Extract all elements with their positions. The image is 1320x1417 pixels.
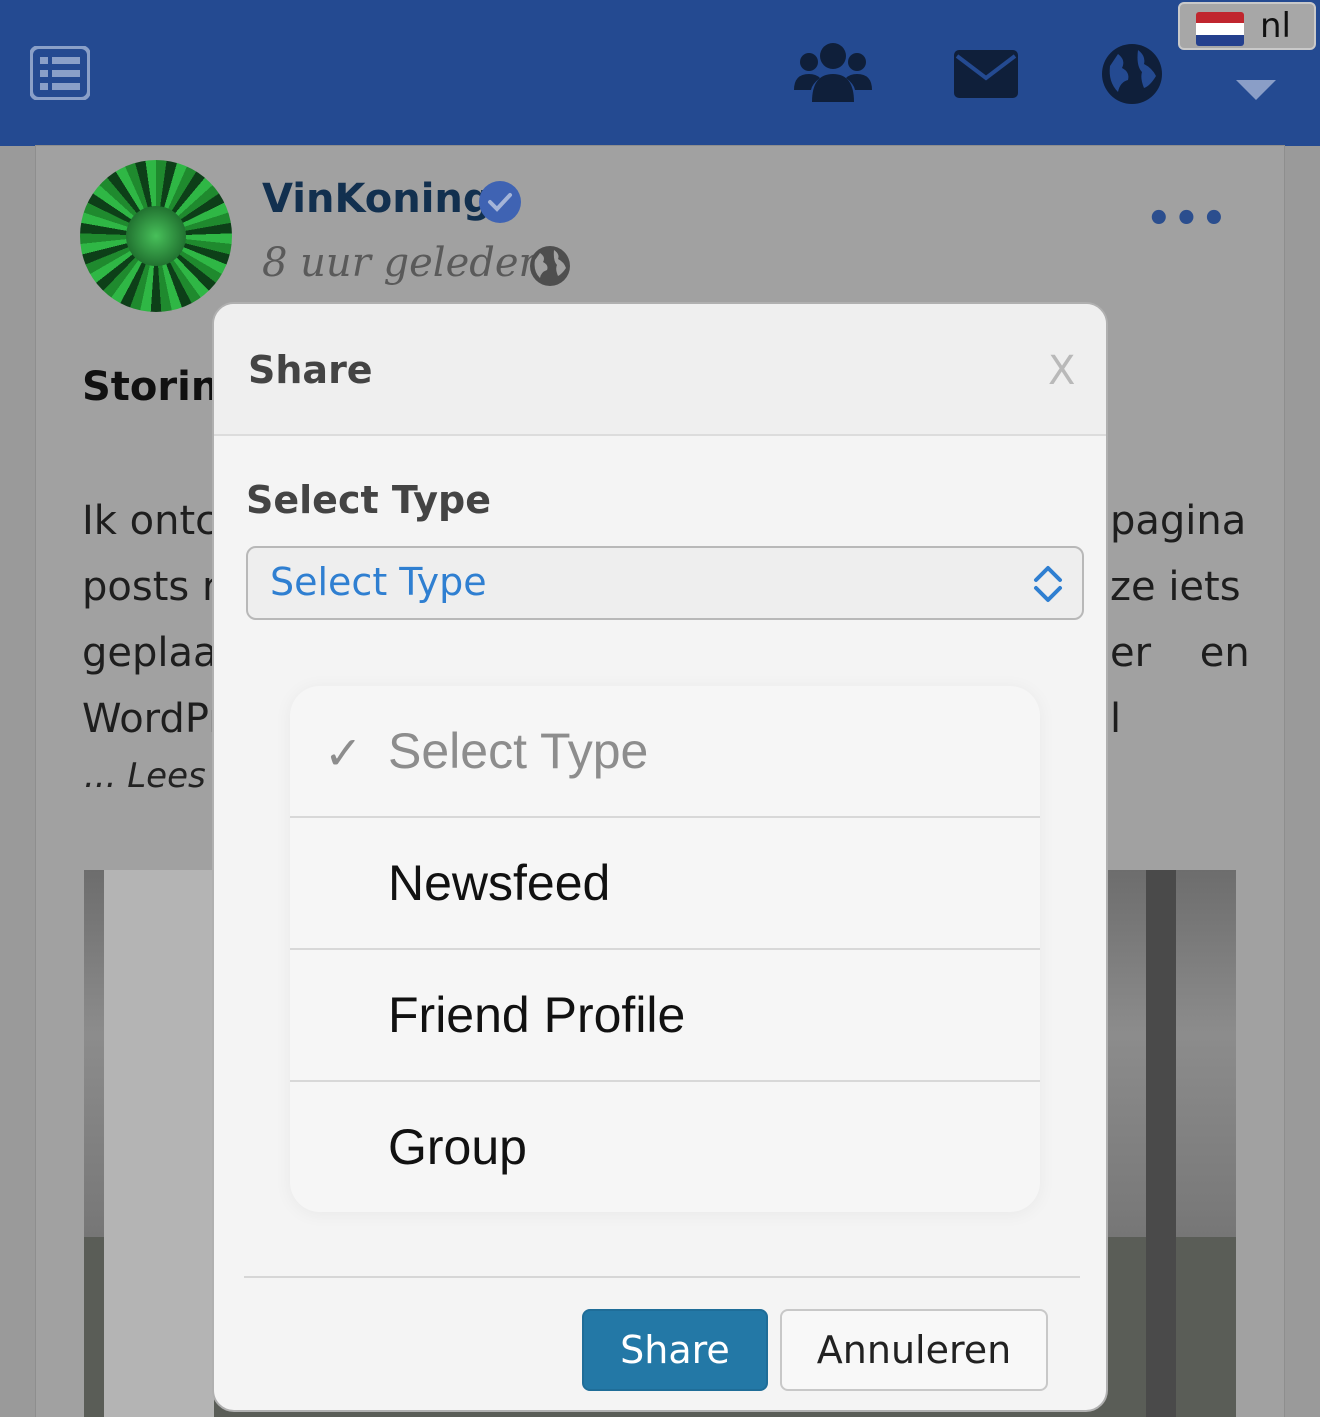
share-button[interactable]: Share [582,1309,768,1391]
public-globe-icon [530,246,570,286]
checkmark-icon: ✓ [324,726,363,780]
post-text-line: Ik ontc [82,498,218,544]
dialog-header: Share X [214,304,1106,436]
verified-badge-icon [479,181,521,223]
picker-option-label: Group [388,1119,527,1175]
post-text-line: er en [1110,630,1250,676]
caret-down-icon[interactable] [1236,80,1276,100]
picker-option-label: Select Type [388,723,649,779]
post-text-line: pagina [1110,498,1247,544]
netherlands-flag-icon [1196,12,1244,46]
share-dialog: Share X Select Type Select Type ✓ Select… [212,302,1108,1412]
post-text-line: WordPr [82,696,225,742]
language-label: nl [1260,6,1291,46]
post-options-icon[interactable]: ••• [1146,196,1229,242]
footer-divider [244,1276,1080,1278]
globe-icon[interactable] [1100,42,1164,106]
language-switcher[interactable]: nl [1178,2,1316,50]
envelope-icon[interactable] [954,50,1018,98]
picker-option-friend-profile[interactable]: Friend Profile [290,950,1040,1082]
post-text-line: posts r [82,564,219,610]
post-timestamp: 8 uur geleden - [262,240,571,286]
avatar[interactable] [80,160,232,312]
post-text-line: l [1110,696,1122,742]
list-menu-icon[interactable] [30,46,90,100]
friends-icon[interactable] [794,40,872,104]
picker-option-select-type[interactable]: ✓ Select Type [290,686,1040,818]
select-type-label: Select Type [246,478,492,522]
chevron-up-down-icon [1034,566,1062,602]
type-select[interactable]: Select Type [246,546,1084,620]
dialog-title: Share [248,348,373,392]
picker-option-label: Newsfeed [388,855,611,911]
post-text-line: geplaa [82,630,218,676]
picker-option-label: Friend Profile [388,987,686,1043]
post-text-line: ze iets [1110,564,1241,610]
picker-option-newsfeed[interactable]: Newsfeed [290,818,1040,950]
top-navigation-bar: nl [0,0,1320,146]
close-button[interactable]: X [1048,348,1075,394]
select-value: Select Type [270,560,487,604]
type-picker-list: ✓ Select Type Newsfeed Friend Profile Gr… [290,686,1040,1212]
cancel-button[interactable]: Annuleren [780,1309,1048,1391]
picker-option-group[interactable]: Group [290,1082,1040,1212]
